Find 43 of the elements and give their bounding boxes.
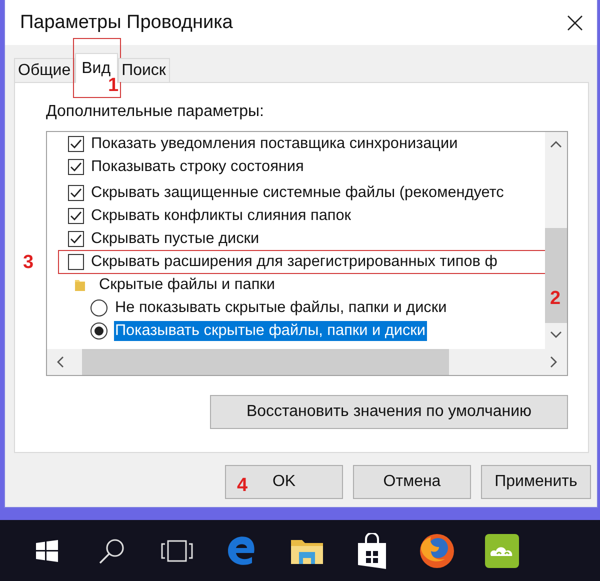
callout-number: 4 xyxy=(237,476,248,495)
fox-globe-icon[interactable] xyxy=(418,532,454,568)
option-label[interactable]: Скрывать конфликты слияния папок xyxy=(90,206,352,226)
restore-defaults-button[interactable]: Восстановить значения по умолчанию xyxy=(210,395,568,429)
option-label[interactable]: Показывать скрытые файлы, папки и диски xyxy=(114,320,426,340)
scroll-left-icon xyxy=(56,356,64,368)
browser-icon[interactable] xyxy=(226,534,258,566)
option-label[interactable]: Показать уведомления поставщика синхронизации xyxy=(90,134,459,154)
tab[interactable]: Общие xyxy=(14,58,75,82)
option-label[interactable]: Показывать строку состояния xyxy=(90,156,305,176)
close-icon xyxy=(567,14,583,30)
option-label[interactable]: Скрывать защищенные системные файлы (рекомендуетс xyxy=(90,182,505,202)
close-button[interactable] xyxy=(567,14,583,30)
callout-number: 2 xyxy=(550,289,561,308)
search-icon[interactable] xyxy=(98,536,126,564)
radio-button[interactable] xyxy=(90,298,108,316)
option-label[interactable]: Не показывать скрытые файлы, папки и диски xyxy=(114,298,448,318)
cloud-app-icon[interactable] xyxy=(484,534,518,568)
callout-number: 3 xyxy=(23,253,34,272)
task-view-icon[interactable] xyxy=(160,538,194,562)
dialog-button[interactable]: Отмена xyxy=(353,465,471,499)
checkbox[interactable] xyxy=(68,208,84,224)
scroll-right-icon xyxy=(550,356,558,368)
shopping-bag-icon[interactable] xyxy=(356,532,388,568)
section-label: Дополнительные параметры: xyxy=(46,103,265,121)
checkbox[interactable] xyxy=(68,158,84,174)
checkbox[interactable] xyxy=(68,254,84,270)
checkbox[interactable] xyxy=(68,230,84,246)
windows-logo-icon[interactable] xyxy=(34,538,58,562)
window-title: Параметры Проводника xyxy=(20,12,233,34)
option-label[interactable]: Скрытые файлы и папки xyxy=(98,274,276,294)
dialog-button[interactable]: Применить xyxy=(481,465,591,499)
tab[interactable]: Поиск xyxy=(118,58,170,82)
checkbox[interactable] xyxy=(68,136,84,152)
horizontal-scrollbar[interactable] xyxy=(47,349,567,375)
scroll-down-icon xyxy=(550,331,562,339)
checkbox[interactable] xyxy=(68,184,84,200)
option-label[interactable]: Скрывать пустые диски xyxy=(90,228,260,248)
scrollbar-thumb[interactable] xyxy=(82,349,449,375)
scroll-up-icon xyxy=(550,140,562,148)
scrollbar-thumb[interactable] xyxy=(545,228,567,323)
radio-button[interactable] xyxy=(90,322,108,340)
option-label[interactable]: Скрывать расширения для зарегистрированных типов ф xyxy=(90,252,498,272)
